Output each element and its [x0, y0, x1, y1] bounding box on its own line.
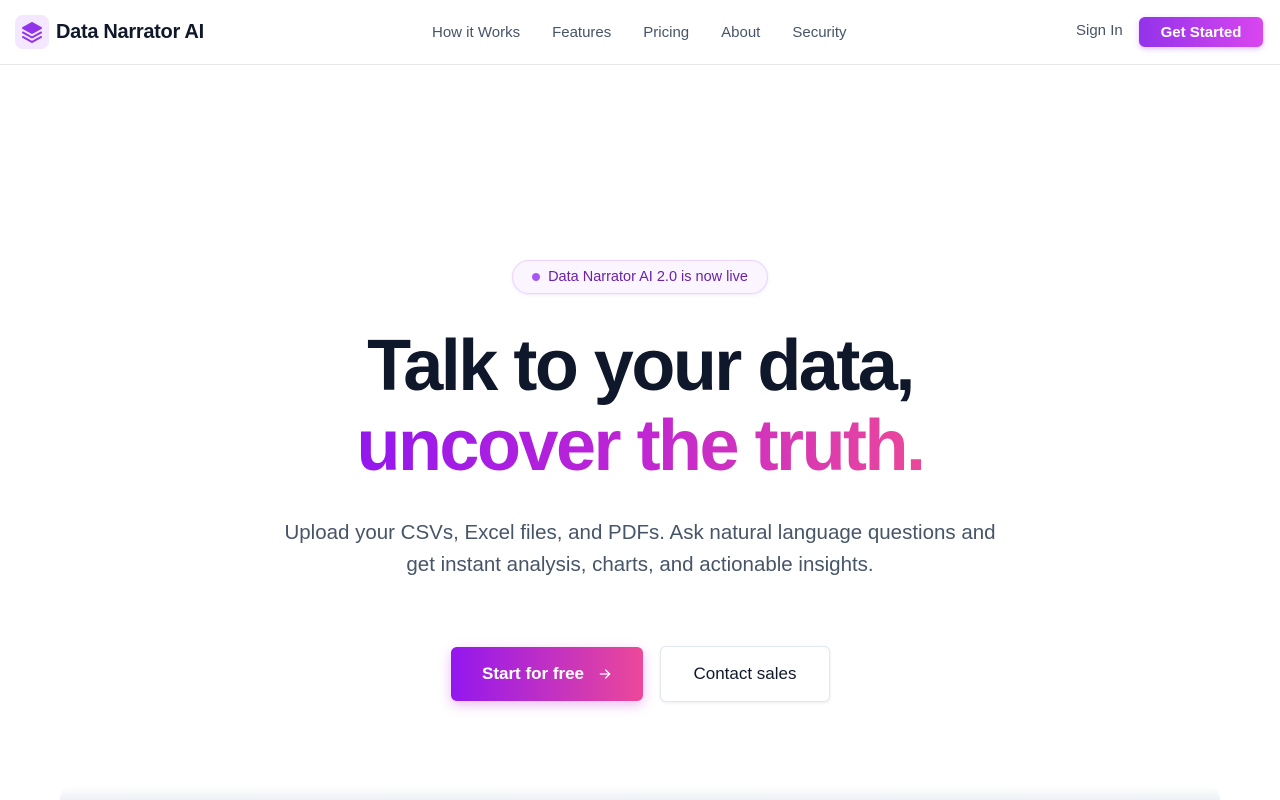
brand-link[interactable]: Data Narrator AI: [15, 15, 204, 49]
get-started-button[interactable]: Get Started: [1139, 17, 1263, 47]
hero-heading-line2: uncover the truth.: [356, 406, 926, 486]
hero-subtitle: Upload your CSVs, Excel files, and PDFs.…: [284, 521, 996, 576]
announcement-badge[interactable]: Data Narrator AI 2.0 is now live: [512, 260, 768, 294]
nav-link-how-it-works[interactable]: How it Works: [432, 24, 520, 41]
contact-sales-button[interactable]: Contact sales: [660, 646, 830, 702]
arrow-right-icon: [598, 667, 612, 681]
layers-icon: [15, 15, 49, 49]
hero-heading: Talk to your data, uncover the truth.: [0, 326, 1280, 486]
announcement-text: Data Narrator AI 2.0 is now live: [548, 269, 748, 285]
nav-link-security[interactable]: Security: [792, 24, 846, 41]
start-for-free-button[interactable]: Start for free: [451, 647, 643, 701]
nav-link-pricing[interactable]: Pricing: [643, 24, 689, 41]
brand-name: Data Narrator AI: [56, 20, 204, 43]
main-nav: How it Works Features Pricing About Secu…: [416, 0, 879, 64]
nav-link-about[interactable]: About: [721, 24, 760, 41]
nav-link-features[interactable]: Features: [552, 24, 611, 41]
start-for-free-label: Start for free: [481, 664, 585, 683]
sign-in-link[interactable]: Sign In: [1076, 22, 1123, 39]
status-dot-icon: [532, 273, 541, 281]
preview-card-edge: [60, 786, 1220, 800]
hero-heading-line1: Talk to your data,: [367, 326, 915, 406]
top-navbar: Data Narrator AI How it Works Features P…: [0, 0, 1280, 65]
